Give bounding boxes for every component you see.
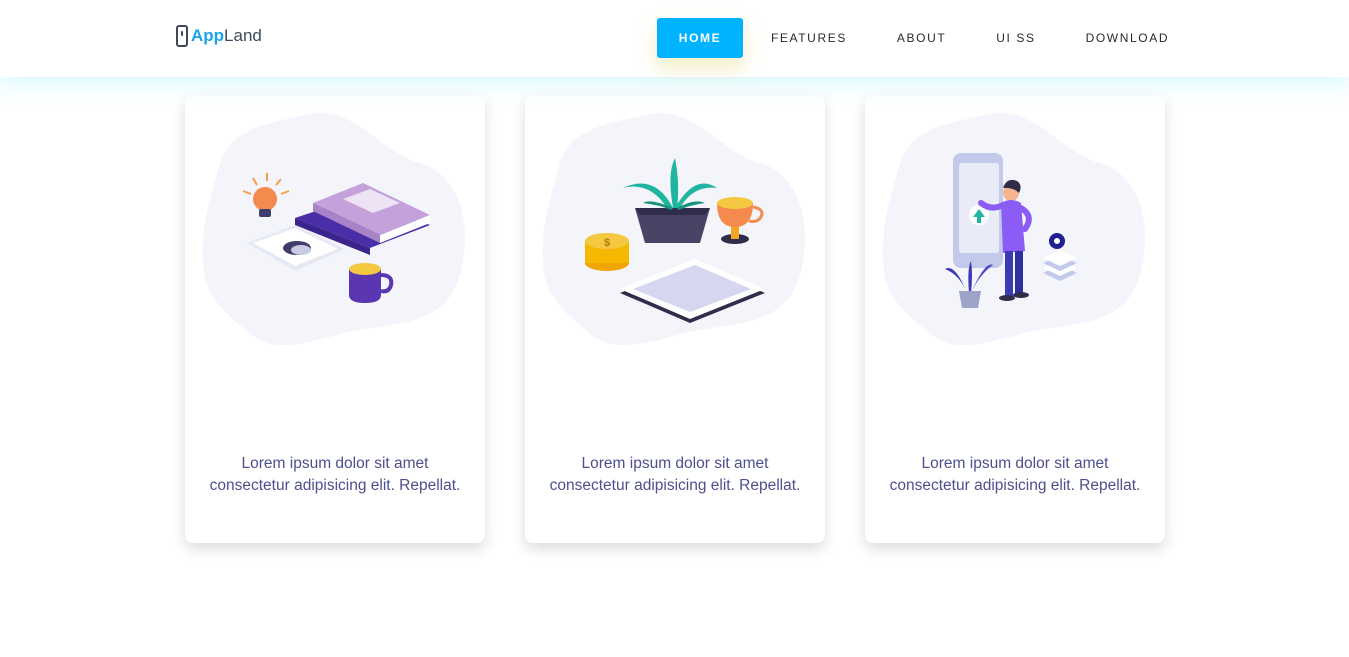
nav-about[interactable]: ABOUT (897, 18, 946, 58)
feature-card: Lorem ipsum dolor sit amet consectetur a… (185, 95, 485, 543)
phone-icon (176, 25, 188, 47)
card-description: Lorem ipsum dolor sit amet consectetur a… (209, 455, 461, 494)
books-desk-illustration (202, 113, 466, 346)
nav-ui-ss[interactable]: UI SS (996, 18, 1035, 58)
plant-coins-tablet-illustration: $ (542, 113, 806, 346)
svg-text:$: $ (604, 237, 610, 249)
feature-card: $ Lorem ipsum dolor sit amet consectetur… (525, 95, 825, 543)
site-header: App Land HOME FEATURES ABOUT UI SS DOWNL… (0, 0, 1349, 77)
logo-app-text: App (191, 26, 225, 45)
nav-download[interactable]: DOWNLOAD (1086, 18, 1169, 58)
logo[interactable]: App Land (176, 24, 262, 48)
nav-home[interactable]: HOME (657, 18, 743, 58)
main-nav: HOME FEATURES ABOUT UI SS DOWNLOAD (657, 18, 1169, 58)
phone-screen-icon (953, 153, 1003, 268)
logo-land-text: Land (224, 26, 262, 45)
card-description: Lorem ipsum dolor sit amet consectetur a… (889, 455, 1141, 494)
nav-features[interactable]: FEATURES (771, 18, 847, 58)
feature-card: Lorem ipsum dolor sit amet consectetur a… (865, 95, 1165, 543)
coins-icon: $ (585, 233, 629, 271)
card-description: Lorem ipsum dolor sit amet consectetur a… (549, 455, 801, 494)
person-phone-illustration (882, 113, 1146, 346)
